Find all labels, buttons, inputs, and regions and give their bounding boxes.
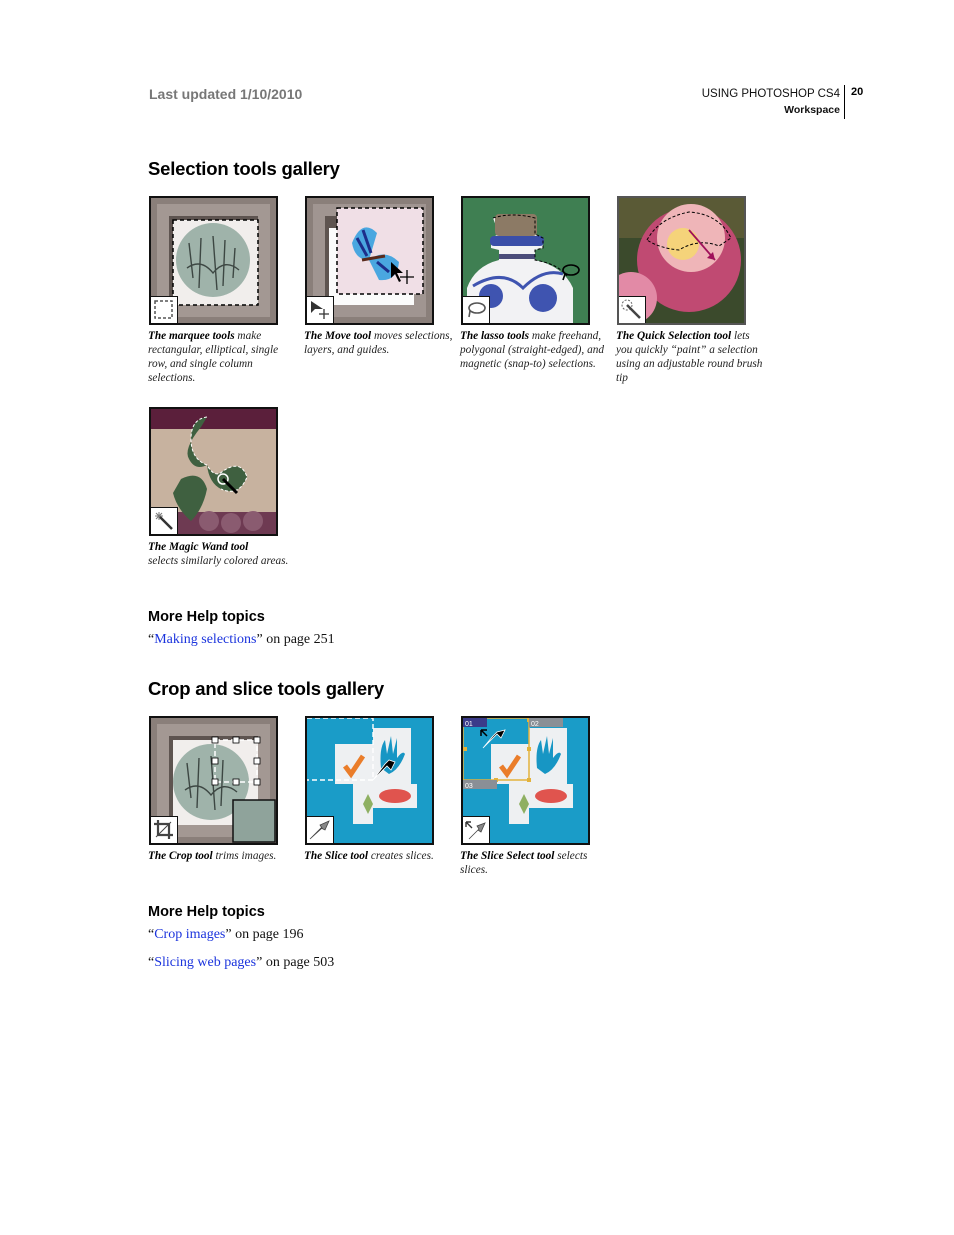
caption-description: trims images. (212, 850, 277, 862)
magic-wand-icon (155, 512, 173, 530)
slice-label-02: 02 (531, 721, 539, 728)
quick-selection-tool-button (619, 296, 646, 323)
caption-tool-name: The Crop tool (148, 850, 213, 862)
move-caption: The Move tool moves selections, layers, … (304, 329, 454, 357)
slice-caption: The Slice tool creates slices. (304, 849, 454, 863)
section-name: Workspace (784, 104, 840, 116)
quick-selection-figure (617, 196, 746, 325)
caption-description: selects similarly colored areas. (148, 555, 289, 567)
selection-gallery-title: Selection tools gallery (148, 158, 340, 179)
slice-select-figure: 01 02 03 (461, 716, 590, 845)
marquee-figure (149, 196, 278, 325)
header-divider (844, 85, 845, 119)
help-link-slicing-web-pages: “Slicing web pages” on page 503 (148, 955, 335, 970)
lasso-figure (461, 196, 590, 325)
slicing-web-pages-link[interactable]: Slicing web pages (154, 955, 256, 970)
slice-select-icon (465, 821, 486, 840)
marquee-icon (154, 300, 173, 319)
lasso-caption: The lasso tools make freehand, polygonal… (460, 329, 610, 371)
quick-selection-icon (621, 299, 641, 319)
move-tool-button (307, 296, 334, 323)
caption-tool-name: The Move tool (304, 330, 372, 342)
crop-figure (149, 716, 278, 845)
slice-figure (305, 716, 434, 845)
crop-icon (154, 820, 173, 839)
more-help-title-selection: More Help topics (148, 609, 265, 625)
more-help-title-crop: More Help topics (148, 904, 265, 920)
help-link-crop-images: “Crop images” on page 196 (148, 927, 304, 942)
caption-tool-name: The lasso tools (460, 330, 530, 342)
move-figure (305, 196, 434, 325)
caption-tool-name: The Slice Select tool (460, 850, 555, 862)
caption-description: creates slices. (368, 850, 434, 862)
crop-tool-button (151, 816, 178, 843)
slice-icon (309, 820, 330, 840)
marquee-caption: The marquee tools make rectangular, elli… (148, 329, 298, 385)
caption-tool-name: The marquee tools (148, 330, 235, 342)
slice-label-03: 03 (465, 783, 473, 790)
caption-tool-name: The Quick Selection tool (616, 330, 732, 342)
crop-caption: The Crop tool trims images. (148, 849, 298, 863)
move-icon (311, 301, 329, 319)
slice-select-tool-button (463, 816, 490, 843)
slice-select-caption: The Slice Select tool selects slices. (460, 849, 610, 877)
marquee-tool-button (151, 296, 178, 323)
caption-tool-name: The Magic Wand tool (148, 541, 249, 553)
magic-wand-figure (149, 407, 278, 536)
crop-images-link[interactable]: Crop images (154, 927, 225, 942)
lasso-icon (468, 302, 486, 318)
help-link-making-selections: “Making selections” on page 251 (148, 632, 335, 647)
slice-tool-button (307, 816, 334, 843)
running-header: USING PHOTOSHOP CS4 Workspace (702, 86, 840, 118)
slice-label-01: 01 (465, 721, 473, 728)
crop-gallery-title: Crop and slice tools gallery (148, 678, 384, 699)
page-number: 20 (851, 86, 864, 98)
magic-wand-tool-button (151, 507, 178, 534)
last-updated: Last updated 1/10/2010 (149, 86, 303, 102)
magic-wand-caption: The Magic Wand tool selects similarly co… (148, 540, 298, 568)
caption-tool-name: The Slice tool (304, 850, 369, 862)
lasso-tool-button (463, 296, 490, 323)
book-title: USING PHOTOSHOP CS4 (701, 88, 840, 100)
quick-selection-caption: The Quick Selection tool lets you quickl… (616, 329, 766, 385)
making-selections-link[interactable]: Making selections (154, 632, 256, 647)
